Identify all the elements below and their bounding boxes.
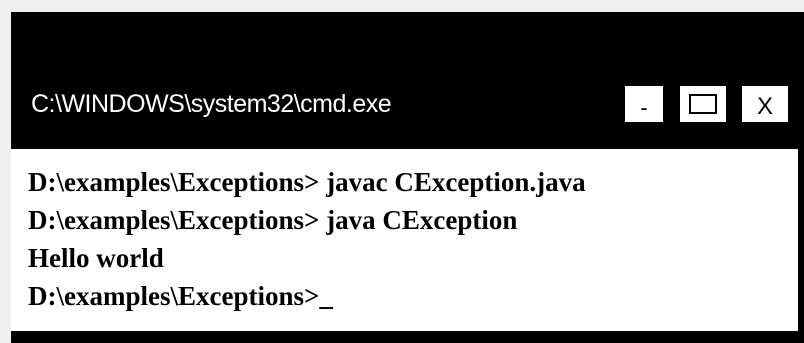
minimize-button[interactable]: -	[625, 86, 663, 122]
cmd-window: C:\WINDOWS\system32\cmd.exe - X D:\examp…	[11, 12, 804, 343]
console-line: Hello world	[28, 243, 164, 273]
close-button[interactable]: X	[742, 86, 788, 122]
maximize-button[interactable]	[680, 86, 726, 122]
window-title: C:\WINDOWS\system32\cmd.exe	[31, 90, 392, 118]
console-prompt-line: D:\examples\Exceptions>_	[28, 281, 333, 311]
console-output[interactable]: D:\examples\Exceptions> javac CException…	[11, 149, 798, 331]
minimize-icon: -	[640, 95, 648, 120]
console-line: D:\examples\Exceptions> javac CException…	[28, 167, 586, 197]
close-icon: X	[756, 93, 773, 120]
console-line: D:\examples\Exceptions> java CException	[28, 205, 518, 235]
maximize-icon	[689, 94, 717, 114]
